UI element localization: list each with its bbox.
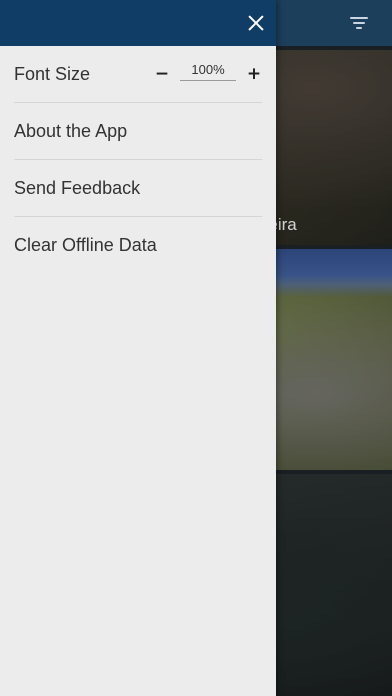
font-size-label: Font Size: [14, 63, 91, 84]
drawer-menu: Font Size − 100% + About the App Send Fe…: [0, 46, 276, 274]
increase-font-button[interactable]: +: [246, 65, 262, 83]
menu-item-label: Send Feedback: [14, 177, 141, 198]
font-size-row: Font Size − 100% +: [14, 46, 262, 103]
menu-item-label: Clear Offline Data: [14, 235, 157, 255]
font-size-value: 100%: [180, 62, 236, 81]
font-size-stepper: − 100% +: [154, 62, 262, 84]
menu-item-about[interactable]: About the App: [14, 103, 262, 160]
menu-item-label: About the App: [14, 120, 128, 141]
menu-item-send-feedback[interactable]: Send Feedback: [14, 160, 262, 217]
menu-item-clear-offline-data[interactable]: Clear Offline Data: [14, 217, 262, 274]
drawer-header: [0, 0, 276, 46]
decrease-font-button[interactable]: −: [154, 65, 170, 83]
close-icon[interactable]: [242, 9, 270, 37]
filter-icon[interactable]: [348, 13, 370, 33]
side-drawer: Font Size − 100% + About the App Send Fe…: [0, 0, 276, 696]
